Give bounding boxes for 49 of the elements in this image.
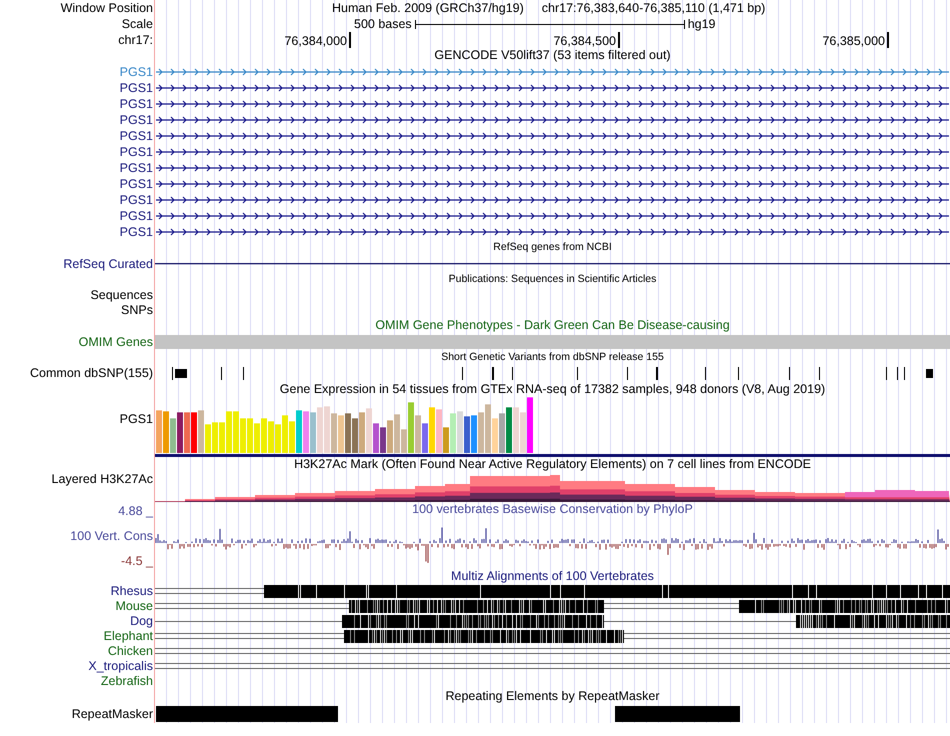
gene-label: PGS1	[120, 176, 153, 192]
gene-label: PGS1	[120, 80, 153, 96]
track-title: 100 vertebrates Basewise Conservation by PhyloP	[412, 502, 693, 517]
gene-label: PGS1	[120, 64, 153, 80]
row-label: Scale	[122, 16, 153, 32]
ruler-tick-label: 76,384,500	[553, 32, 620, 48]
track-label: Sequences	[90, 288, 153, 303]
assembly-title: Human Feb. 2009 (GRCh37/hg19)	[332, 0, 524, 16]
track-title: Publications: Sequences in Scientific Articles	[448, 272, 656, 287]
gene-label: PGS1	[120, 208, 153, 224]
scale-length: 500 bases	[354, 16, 412, 32]
track-title: Short Genetic Variants from dbSNP release 155	[441, 350, 664, 365]
gene-label: PGS1	[120, 160, 153, 176]
track-label: SNPs	[121, 303, 153, 318]
ruler-tick-label: 76,384,000	[284, 32, 351, 48]
track-title: GENCODE V50lift37 (53 items filtered out)	[434, 48, 671, 63]
axis-min-label: -4.5 _	[121, 554, 153, 569]
row-label: Window Position	[60, 0, 153, 16]
species-label: Chicken	[108, 644, 153, 659]
gene-label: PGS1	[120, 112, 153, 128]
species-label: X_tropicalis	[88, 659, 153, 674]
track-label: RefSeq Curated	[63, 256, 153, 272]
gene-label: PGS1	[120, 224, 153, 240]
track-title: H3K27Ac Mark (Often Found Near Active Regulatory Elements) on 7 cell lines from ENCODE	[294, 457, 811, 472]
track-title: Repeating Elements by RepeatMasker	[445, 689, 660, 704]
position-text: chr17:76,383,640-76,385,110 (1,471 bp)	[542, 0, 766, 16]
gene-label: PGS1	[120, 192, 153, 208]
species-label: Dog	[130, 614, 153, 629]
species-label: Elephant	[104, 629, 153, 644]
track-label: RepeatMasker	[72, 706, 153, 722]
track-label: PGS1	[120, 412, 153, 427]
track-title: Gene Expression in 54 tissues from GTEx RNA-seq of 17382 samples, 948 donors (V8, Aug 2019)	[280, 382, 826, 397]
track-label: 100 Vert. Cons	[70, 529, 153, 544]
track-title: OMIM Gene Phenotypes - Dark Green Can Be Disease-causing	[375, 318, 730, 333]
assembly-label: hg19	[688, 16, 716, 32]
axis-max-label: 4.88 _	[118, 504, 153, 519]
track-label: OMIM Genes	[78, 334, 153, 350]
species-label: Zebrafish	[100, 674, 153, 689]
ruler-tick-label: 76,385,000	[822, 32, 889, 48]
row-label: chr17:	[118, 32, 153, 48]
track-title: RefSeq genes from NCBI	[493, 240, 612, 255]
track-title: Multiz Alignments of 100 Vertebrates	[451, 569, 654, 584]
gene-label: PGS1	[120, 128, 153, 144]
species-label: Mouse	[115, 599, 153, 614]
species-label: Rhesus	[110, 584, 153, 599]
gene-label: PGS1	[120, 144, 153, 160]
track-label: Layered H3K27Ac	[52, 472, 153, 487]
gene-label: PGS1	[120, 96, 153, 112]
track-label: Common dbSNP(155)	[30, 366, 153, 380]
